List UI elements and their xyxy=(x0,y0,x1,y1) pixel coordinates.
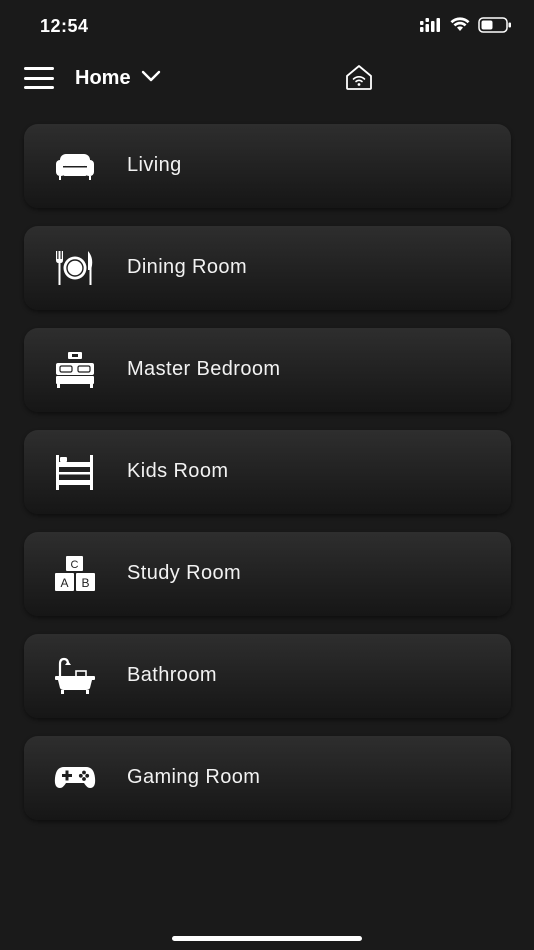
bathtub-icon xyxy=(54,656,96,696)
room-label: Study Room xyxy=(127,562,242,584)
abc-blocks-icon: C A B xyxy=(54,554,96,594)
home-indicator[interactable] xyxy=(172,936,362,941)
room-label: Master Bedroom xyxy=(127,358,281,380)
header: Home xyxy=(0,56,534,100)
battery-icon xyxy=(478,16,512,38)
wifi-icon xyxy=(450,17,470,37)
status-icons xyxy=(420,16,512,38)
smart-home-hub-icon[interactable] xyxy=(344,62,374,92)
room-card-bathroom[interactable]: Bathroom xyxy=(24,634,511,718)
room-card-study-room[interactable]: C A B Study Room xyxy=(24,532,511,616)
double-bed-icon xyxy=(54,350,96,390)
room-label: Dining Room xyxy=(127,256,248,278)
room-card-living[interactable]: Living xyxy=(24,124,511,208)
room-card-gaming-room[interactable]: Gaming Room xyxy=(24,736,511,820)
room-card-master-bedroom[interactable]: Master Bedroom xyxy=(24,328,511,412)
hamburger-menu-icon[interactable] xyxy=(24,67,54,89)
room-label: Kids Room xyxy=(127,460,229,482)
svg-text:B: B xyxy=(81,576,89,590)
sofa-icon xyxy=(54,146,96,186)
status-bar: 12:54 xyxy=(0,0,534,52)
bunk-bed-icon xyxy=(54,452,96,492)
gamepad-icon xyxy=(54,758,96,798)
home-selector-dropdown[interactable]: Home xyxy=(75,64,161,92)
room-label: Gaming Room xyxy=(127,766,261,788)
svg-text:C: C xyxy=(71,559,79,571)
chevron-down-icon xyxy=(141,69,161,87)
room-list: Living Dining Room Master Bedroom Kids R… xyxy=(24,124,511,838)
svg-text:A: A xyxy=(60,576,68,590)
dining-plate-icon xyxy=(54,248,96,288)
home-selector-label: Home xyxy=(75,66,131,89)
room-label: Living xyxy=(127,154,182,176)
room-label: Bathroom xyxy=(127,664,217,686)
cellular-signal-icon xyxy=(420,17,442,37)
room-card-kids-room[interactable]: Kids Room xyxy=(24,430,511,514)
status-time: 12:54 xyxy=(40,16,89,36)
room-card-dining-room[interactable]: Dining Room xyxy=(24,226,511,310)
